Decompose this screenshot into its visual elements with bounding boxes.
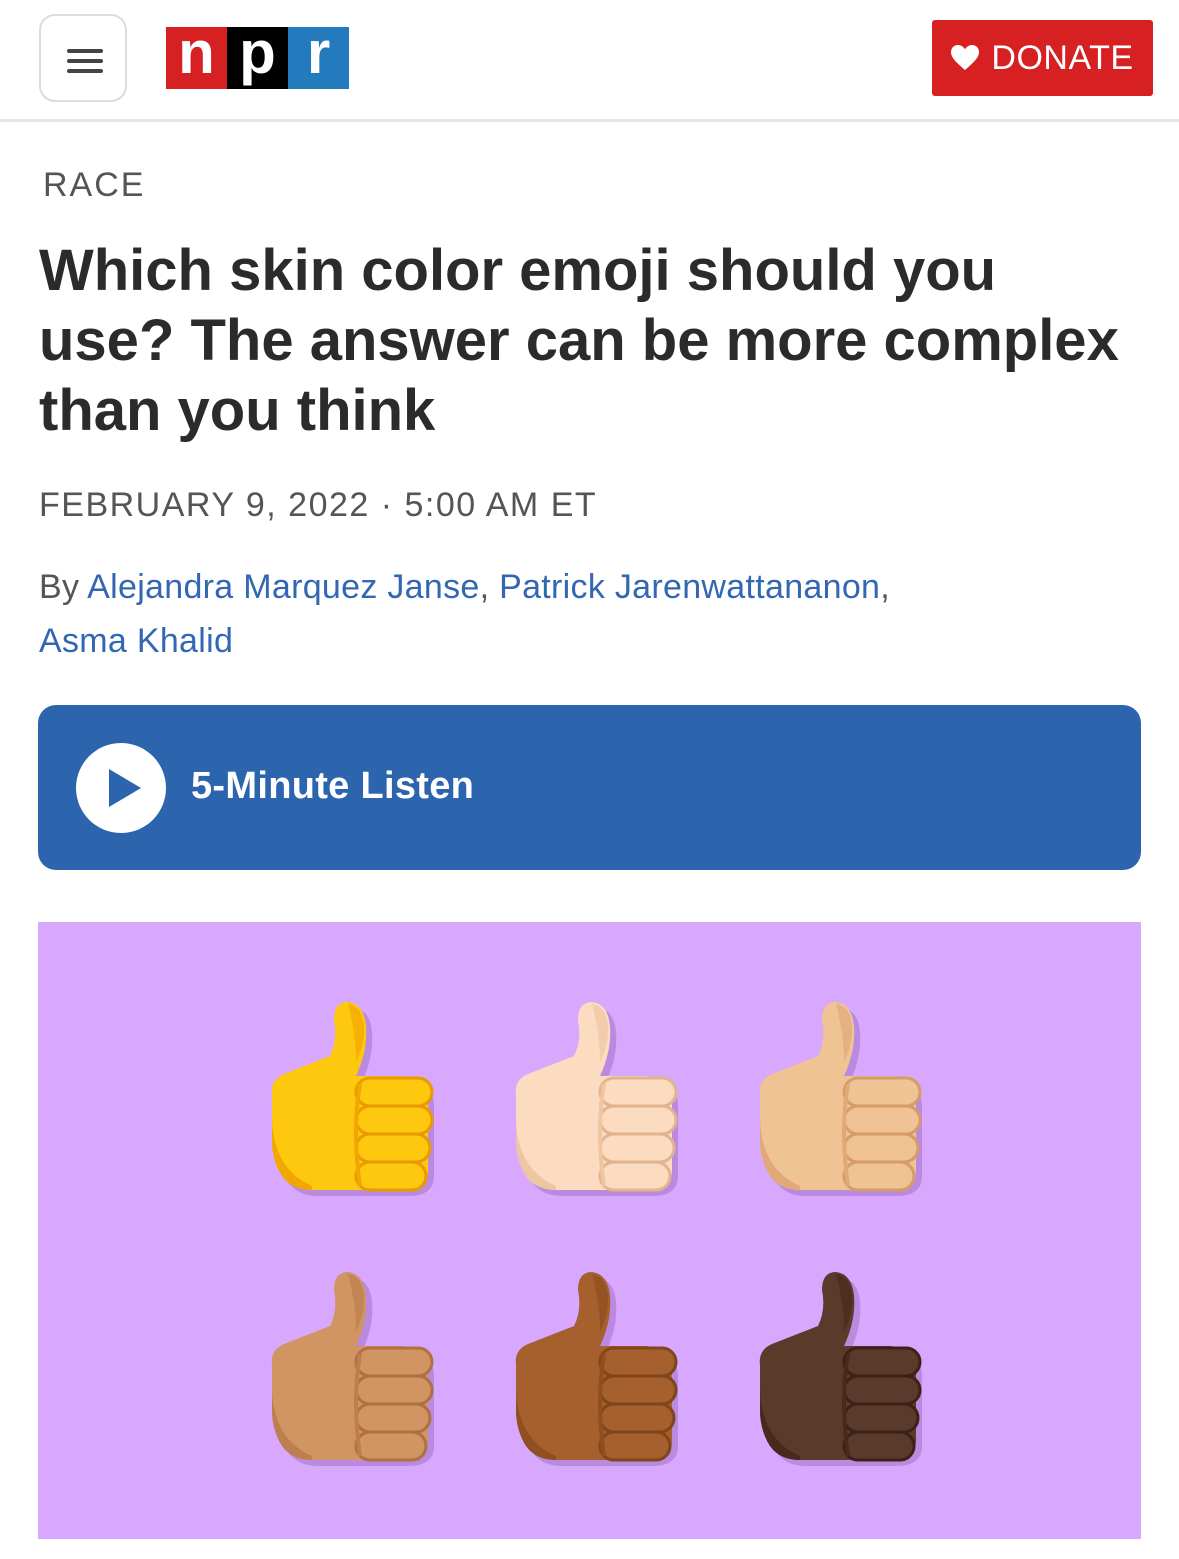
play-icon [76,743,166,833]
heart-icon [951,45,980,70]
hamburger-line [67,69,103,73]
audio-listen-button[interactable]: 5-Minute Listen [38,705,1141,870]
author-link[interactable]: Asma Khalid [39,622,233,660]
article-headline: Which skin color emoji should you use? T… [39,238,1119,443]
byline: By Alejandra Marquez Janse, Patrick Jare… [39,568,890,660]
article-hero-image [38,922,1141,1539]
thumbs-up-emoji-icon [759,1272,922,1466]
author-link[interactable]: Alejandra Marquez Janse [87,568,479,606]
donate-label: DONATE [991,38,1134,77]
author-link[interactable]: Patrick Jarenwattananon [499,568,880,606]
byline-prefix: By [39,568,88,606]
donate-button[interactable]: DONATE [932,20,1153,96]
logo-letter-n: n [166,23,227,89]
logo-letter-r: r [288,23,349,89]
section-slug[interactable]: RACE [43,166,145,205]
listen-label: 5-Minute Listen [191,765,475,807]
hamburger-menu-icon [67,49,103,53]
thumbs-up-emoji-icon [271,1272,434,1466]
menu-button[interactable] [39,14,127,102]
logo-letter-p: p [227,23,288,89]
site-header: n p r DONATE [0,0,1179,122]
thumbs-up-emoji-icon [759,1002,922,1196]
npr-logo[interactable]: n p r [166,23,349,89]
dateline: FEBRUARY 9, 2022 · 5:00 AM ET [39,486,598,524]
hamburger-line [67,59,103,63]
thumbs-up-emoji-icon [271,1002,434,1196]
thumbs-up-emoji-icon [515,1002,678,1196]
thumbs-up-emoji-icon [515,1272,678,1466]
